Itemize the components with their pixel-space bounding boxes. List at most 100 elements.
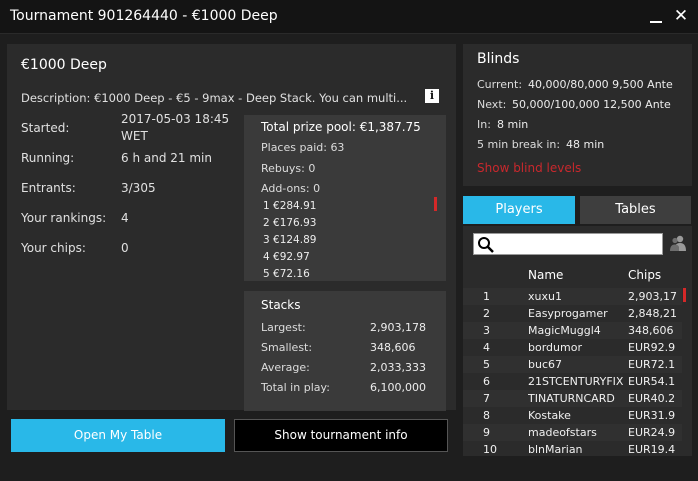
player-name: blnMarian <box>528 443 583 456</box>
player-rank: 1 <box>483 290 490 303</box>
column-header-name[interactable]: Name <box>528 268 563 282</box>
player-rank: 2 <box>483 307 490 320</box>
window-title: Tournament 901264440 - €1000 Deep <box>10 8 278 24</box>
player-row[interactable]: 8 Kostake EUR31.9 <box>463 407 682 424</box>
friends-icon[interactable] <box>669 234 687 252</box>
prize-pool-title: Total prize pool: €1,387.75 <box>261 120 421 134</box>
current-blinds-value: 40,000/80,000 9,500 Ante <box>528 78 673 91</box>
average-label: Average: <box>261 361 310 374</box>
player-chips: EUR31.9 <box>628 409 676 422</box>
smallest-label: Smallest: <box>261 341 313 354</box>
player-row[interactable]: 6 21STCENTURYFIX EUR54.1 <box>463 373 682 390</box>
close-icon[interactable]: ✕ <box>672 6 690 26</box>
largest-value: 2,903,178 <box>370 321 426 334</box>
started-value-date: 2017-05-03 18:45 <box>121 112 230 126</box>
player-rank: 7 <box>483 392 490 405</box>
smallest-value: 348,606 <box>370 341 416 354</box>
player-name: Easyprogamer <box>528 307 608 320</box>
player-chips: EUR24.9 <box>628 426 676 439</box>
tab-tables[interactable]: Tables <box>580 196 691 224</box>
in-label: In: <box>477 118 491 131</box>
open-my-table-button[interactable]: Open My Table <box>11 419 225 452</box>
total-value: 6,100,000 <box>370 381 426 394</box>
players-scrollbar[interactable] <box>683 288 686 302</box>
chips-value: 0 <box>121 241 129 255</box>
total-label: Total in play: <box>261 381 330 394</box>
next-blinds-label: Next: <box>477 98 507 111</box>
player-chips: 2,903,17 <box>628 290 677 303</box>
player-row[interactable]: 4 bordumor EUR92.9 <box>463 339 682 356</box>
player-name: buc67 <box>528 358 562 371</box>
player-chips: EUR19.4 <box>628 443 676 456</box>
next-blinds-value: 50,000/100,000 12,500 Ante <box>512 98 671 111</box>
break-value: 48 min <box>566 138 605 151</box>
show-blind-levels-link[interactable]: Show blind levels <box>477 161 581 175</box>
prize-pool-box: Total prize pool: €1,387.75 Places paid:… <box>244 115 446 281</box>
player-search-input[interactable] <box>473 233 663 255</box>
player-rank: 6 <box>483 375 490 388</box>
player-row[interactable]: 10 blnMarian EUR19.4 <box>463 441 682 456</box>
rankings-label: Your rankings: <box>21 211 107 225</box>
prize-place-row: 1 €284.91 <box>263 200 317 212</box>
info-icon[interactable]: i <box>425 89 439 103</box>
player-chips: EUR40.2 <box>628 392 676 405</box>
chips-label: Your chips: <box>21 241 86 255</box>
entrants-label: Entrants: <box>21 181 76 195</box>
player-row[interactable]: 1 xuxu1 2,903,17 <box>463 288 682 305</box>
player-rank: 4 <box>483 341 490 354</box>
started-label: Started: <box>21 121 70 135</box>
player-row[interactable]: 3 MagicMuggl4 348,606 <box>463 322 682 339</box>
player-rank: 3 <box>483 324 490 337</box>
running-value: 6 h and 21 min <box>121 151 212 165</box>
average-value: 2,033,333 <box>370 361 426 374</box>
player-name: Kostake <box>528 409 571 422</box>
player-name: 21STCENTURYFIX <box>528 375 624 388</box>
prize-place-row: 4 €92.97 <box>263 251 310 263</box>
player-rank: 5 <box>483 358 490 371</box>
player-name: bordumor <box>528 341 582 354</box>
player-row[interactable]: 2 Easyprogamer 2,848,21 <box>463 305 682 322</box>
player-chips: EUR92.9 <box>628 341 676 354</box>
player-row[interactable]: 5 buc67 EUR72.1 <box>463 356 682 373</box>
player-rank: 9 <box>483 426 490 439</box>
player-row[interactable]: 9 madeofstars EUR24.9 <box>463 424 682 441</box>
tournament-name: €1000 Deep <box>21 57 107 73</box>
prize-place-row: 3 €124.89 <box>263 234 317 246</box>
player-chips: 2,848,21 <box>628 307 677 320</box>
player-rank: 8 <box>483 409 490 422</box>
blinds-title: Blinds <box>477 51 520 67</box>
prize-place-row: 2 €176.93 <box>263 217 317 229</box>
tab-players[interactable]: Players <box>463 196 575 224</box>
player-chips: 348,606 <box>628 324 674 337</box>
addons: Add-ons: 0 <box>261 182 321 195</box>
in-value: 8 min <box>497 118 529 131</box>
show-tournament-info-button[interactable]: Show tournament info <box>234 419 448 452</box>
entrants-value: 3/305 <box>121 181 156 195</box>
stacks-title: Stacks <box>261 298 301 312</box>
prize-place-row: 5 €72.16 <box>263 268 310 280</box>
search-icon <box>478 237 494 253</box>
player-name: xuxu1 <box>528 290 562 303</box>
running-label: Running: <box>21 151 75 165</box>
player-name: TINATURNCARD <box>528 392 615 405</box>
rankings-value: 4 <box>121 211 129 225</box>
rebuys: Rebuys: 0 <box>261 162 316 175</box>
player-name: madeofstars <box>528 426 597 439</box>
started-value-zone: WET <box>121 129 148 143</box>
tournament-description: Description: €1000 Deep - €5 - 9max - De… <box>21 91 408 105</box>
player-chips: EUR72.1 <box>628 358 676 371</box>
player-name: MagicMuggl4 <box>528 324 601 337</box>
largest-label: Largest: <box>261 321 306 334</box>
places-paid: Places paid: 63 <box>261 141 345 154</box>
player-chips: EUR54.1 <box>628 375 676 388</box>
prize-scrollbar[interactable] <box>434 197 437 211</box>
current-blinds-label: Current: <box>477 78 523 91</box>
player-rank: 10 <box>483 443 497 456</box>
blinds-panel: Blinds Current: 40,000/80,000 9,500 Ante… <box>463 44 692 186</box>
column-header-chips[interactable]: Chips <box>628 268 661 282</box>
minimize-icon[interactable] <box>649 9 663 25</box>
title-bar: Tournament 901264440 - €1000 Deep ✕ <box>0 0 698 34</box>
tournament-info-panel: €1000 Deep Description: €1000 Deep - €5 … <box>7 44 456 411</box>
players-panel: Name Chips 1 xuxu1 2,903,17 2 Easyprogam… <box>463 226 692 456</box>
player-row[interactable]: 7 TINATURNCARD EUR40.2 <box>463 390 682 407</box>
